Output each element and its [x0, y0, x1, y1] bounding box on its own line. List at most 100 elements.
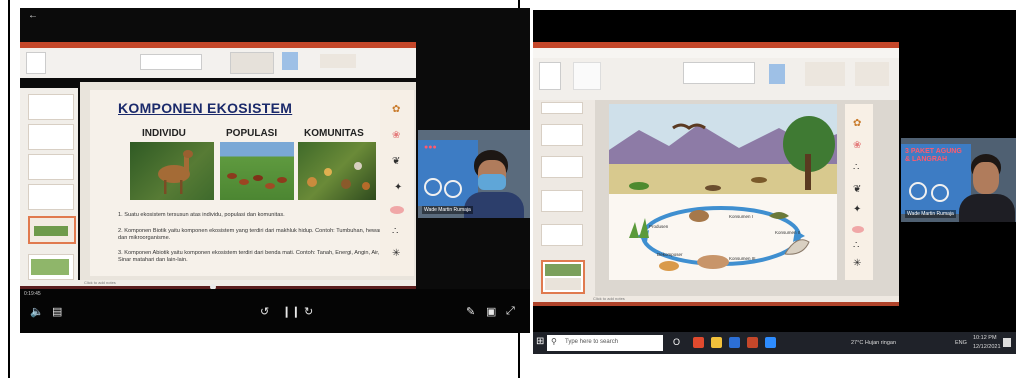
column-heading-komunitas: KOMUNITAS — [304, 128, 364, 139]
powerpoint-ribbon — [533, 48, 899, 100]
taskbar-search-input[interactable]: ⚲ Type here to search — [547, 335, 663, 351]
animal-community-image — [298, 142, 376, 200]
left-screen-share: ← KOMPONEN EKOSISTEM INDIVIDU POPULASI K… — [20, 8, 530, 333]
leaf-icon: ✿ — [853, 118, 862, 129]
dots-icon: ∴ — [853, 240, 860, 251]
forward-icon[interactable]: ↻ — [304, 305, 313, 318]
weather-status[interactable]: 27°C Hujan ringan — [851, 340, 896, 346]
bullet-number: 2. — [118, 228, 123, 234]
volume-icon[interactable]: 🔈 — [30, 305, 44, 318]
column-heading-individu: INDIVIDU — [142, 128, 186, 139]
person-face — [973, 162, 999, 194]
slide-decoration-strip: ✿ ❀ ∴ ❦ ✦ ∴ ✳ — [845, 104, 873, 280]
frame-left-border — [8, 0, 10, 378]
bullet-point-2: 2. Komponen Biotik yaitu komponen ekosis… — [118, 228, 408, 242]
poster-text: ●●● — [424, 144, 437, 151]
time-elapsed: 0:19:45 — [24, 291, 41, 297]
right-screen-share: Produsen Konsumen I Konsumen II Konsumen… — [533, 10, 1016, 354]
label-produsen: Produsen — [649, 224, 669, 229]
fullscreen-icon[interactable]: ⤢ — [506, 305, 515, 318]
clock-time[interactable]: 10:12 PM — [973, 335, 997, 341]
label-konsumen-3: Konsumen III — [729, 256, 756, 261]
search-placeholder: Type here to search — [565, 339, 619, 345]
back-arrow-icon[interactable]: ← — [28, 10, 38, 21]
poster-text: 3 PAKET AGUNG & LANGRAH — [905, 148, 962, 163]
flower-icon: ❀ — [392, 130, 401, 141]
slide-food-chain: Produsen Konsumen I Konsumen II Konsumen… — [609, 104, 837, 280]
person-shirt — [464, 192, 524, 218]
bullet-number: 3. — [118, 250, 123, 256]
powerpoint-ribbon — [20, 48, 416, 78]
thumbnail-slide[interactable] — [28, 254, 74, 280]
zoom-icon[interactable] — [765, 337, 776, 348]
thumbnail-slide[interactable] — [541, 124, 583, 146]
webcam-feed: ●●● Wade Martin Rumaja — [418, 130, 530, 218]
label-konsumen-2: Konsumen II — [775, 230, 801, 235]
thumbnail-slide[interactable] — [541, 156, 583, 178]
webcam-name-tag: Wade Martin Rumaja — [422, 206, 473, 214]
dots-icon: ∴ — [853, 162, 860, 173]
file-explorer-icon[interactable] — [711, 337, 722, 348]
slide-komponen-ekosistem: KOMPONEN EKOSISTEM INDIVIDU POPULASI KOM… — [90, 90, 414, 276]
label-konsumen-1: Konsumen I — [729, 214, 754, 219]
powerpoint-icon[interactable] — [747, 337, 758, 348]
slide-decoration-strip: ✿ ❀ ❦ ✦ ∴ ✳ — [380, 90, 414, 276]
thumbnail-slide[interactable] — [541, 224, 583, 246]
windows-taskbar: ⊞ ⚲ Type here to search O 27°C Hujan rin… — [533, 332, 1016, 354]
leaf-icon: ❦ — [853, 184, 862, 195]
star-icon: ✳ — [392, 248, 401, 259]
slide-title: KOMPONEN EKOSISTEM — [118, 100, 293, 116]
thumbnail-slide-selected[interactable] — [28, 216, 76, 244]
person-shirt — [959, 194, 1015, 222]
food-chain-illustration — [609, 104, 837, 280]
chrome-icon[interactable] — [693, 337, 704, 348]
bullet-point-1: 1. Suatu ekosistem tersusun atas individ… — [118, 212, 408, 219]
webcam-name-tag: Wade Martin Rumaja — [905, 210, 956, 218]
thumbnail-slide[interactable] — [541, 190, 583, 212]
notification-icon[interactable] — [1003, 338, 1011, 347]
slide-thumbnail-pane[interactable] — [20, 88, 78, 284]
bullet-number: 1. — [118, 212, 123, 218]
thumbnail-slide-selected[interactable] — [541, 260, 585, 294]
leaf-icon: ✿ — [392, 104, 401, 115]
deer-image — [130, 142, 214, 200]
petal-icon — [852, 226, 864, 233]
clock-date[interactable]: 12/12/2021 — [973, 344, 1001, 350]
rewind-icon[interactable]: ↺ — [260, 305, 269, 318]
bullet-text: Komponen Abiotik yaitu komponen ekosiste… — [118, 250, 396, 263]
column-heading-populasi: POPULASI — [226, 128, 278, 139]
dots-icon: ∴ — [392, 226, 399, 237]
thumbnail-slide[interactable] — [28, 94, 74, 120]
video-controls: 0:19:45 🔈 ▤ ↺ ❙❙ ↻ ✎ ▣ ⤢ — [20, 289, 530, 333]
pencil-icon[interactable]: ✎ — [466, 305, 475, 318]
thumbnail-slide[interactable] — [541, 102, 583, 114]
star-icon: ✳ — [853, 258, 862, 269]
bullet-point-3: 3. Komponen Abiotik yaitu komponen ekosi… — [118, 250, 408, 264]
thumbnail-slide[interactable] — [28, 124, 74, 150]
cattle-herd-image — [220, 142, 294, 200]
slide-thumbnail-pane[interactable] — [533, 100, 595, 296]
windows-start-icon[interactable]: ⊞ — [536, 337, 544, 347]
thumbnail-slide[interactable] — [28, 184, 74, 210]
notes-placeholder[interactable]: Click to add notes — [84, 280, 116, 285]
bullet-text: Komponen Biotik yaitu komponen ekosistem… — [118, 228, 407, 241]
webcam-feed: 3 PAKET AGUNG & LANGRAH Wade Martin Ruma… — [901, 138, 1016, 222]
task-view-icon[interactable]: O — [673, 337, 684, 348]
powerpoint-status-ribbon — [533, 302, 899, 306]
sprig-icon: ✦ — [394, 182, 403, 193]
pause-icon[interactable]: ❙❙ — [282, 305, 300, 318]
thumbnail-slide[interactable] — [28, 154, 74, 180]
petal-icon — [390, 206, 404, 214]
captions-icon[interactable]: ▤ — [52, 305, 62, 318]
bullet-text: Suatu ekosistem tersusun atas individu, … — [124, 212, 285, 218]
flower-icon: ❀ — [853, 140, 862, 151]
miniplayer-icon[interactable]: ▣ — [486, 305, 496, 318]
language-indicator[interactable]: ENG — [955, 340, 967, 346]
label-dekomposer: Dekomposer — [657, 252, 683, 257]
search-icon: ⚲ — [551, 337, 557, 346]
leaf-icon: ❦ — [392, 156, 401, 167]
sprig-icon: ✦ — [853, 204, 862, 215]
notes-placeholder[interactable]: Click to add notes — [593, 296, 625, 301]
face-mask — [478, 174, 506, 190]
store-icon[interactable] — [729, 337, 740, 348]
